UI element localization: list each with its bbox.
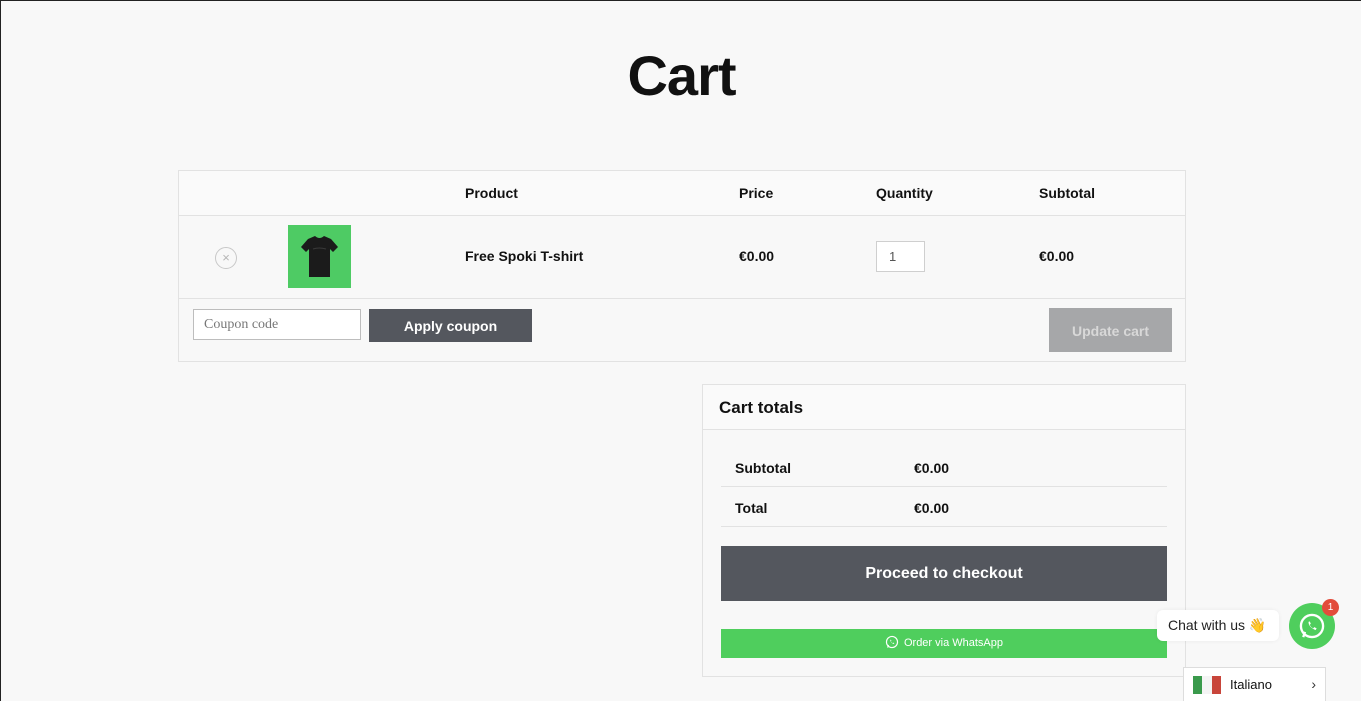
cart-table: Product Price Quantity Subtotal × Free S… [178, 170, 1186, 362]
totals-total-row: Total €0.00 [721, 487, 1167, 527]
cart-item-row: × Free Spoki T-shirt €0.00 €0.00 [179, 216, 1185, 299]
proceed-to-checkout-button[interactable]: Proceed to checkout [721, 546, 1167, 601]
chat-bubble[interactable]: Chat with us 👋 [1157, 610, 1279, 641]
page-title: Cart [627, 44, 736, 107]
header-quantity: Quantity [876, 185, 933, 201]
totals-subtotal-value: €0.00 [914, 460, 950, 476]
cart-totals-title: Cart totals [719, 398, 804, 417]
order-via-whatsapp-button[interactable]: Order via WhatsApp [721, 629, 1167, 658]
whatsapp-icon [885, 635, 899, 649]
notification-badge: 1 [1322, 599, 1339, 616]
update-cart-button[interactable]: Update cart [1049, 308, 1172, 352]
header-subtotal: Subtotal [1039, 185, 1095, 201]
italy-flag-icon [1193, 676, 1221, 694]
quantity-input[interactable] [876, 241, 925, 272]
language-label: Italiano [1230, 677, 1272, 692]
product-subtotal: €0.00 [1039, 248, 1075, 264]
cart-actions: Apply coupon Update cart [179, 299, 1185, 362]
totals-total-value: €0.00 [914, 500, 950, 516]
cart-totals-header: Cart totals [703, 385, 1185, 430]
product-price: €0.00 [739, 248, 775, 264]
totals-subtotal-label: Subtotal [735, 460, 791, 476]
chevron-right-icon: › [1311, 676, 1316, 692]
cart-totals: Cart totals Subtotal €0.00 Total €0.00 P… [702, 384, 1186, 677]
language-selector[interactable]: Italiano › [1183, 667, 1326, 701]
apply-coupon-button[interactable]: Apply coupon [369, 309, 532, 342]
whatsapp-icon [1299, 613, 1325, 639]
product-thumbnail[interactable] [288, 225, 351, 288]
cart-table-header: Product Price Quantity Subtotal [179, 171, 1185, 216]
order-via-whatsapp-label: Order via WhatsApp [903, 637, 1004, 649]
product-name-link[interactable]: Free Spoki T-shirt [465, 248, 583, 264]
remove-item-button[interactable]: × [215, 247, 237, 269]
totals-subtotal-row: Subtotal €0.00 [721, 447, 1167, 487]
header-product: Product [465, 185, 518, 201]
tshirt-icon [301, 236, 338, 277]
totals-total-label: Total [735, 500, 768, 516]
header-price: Price [739, 185, 774, 201]
coupon-code-input[interactable] [193, 309, 361, 340]
